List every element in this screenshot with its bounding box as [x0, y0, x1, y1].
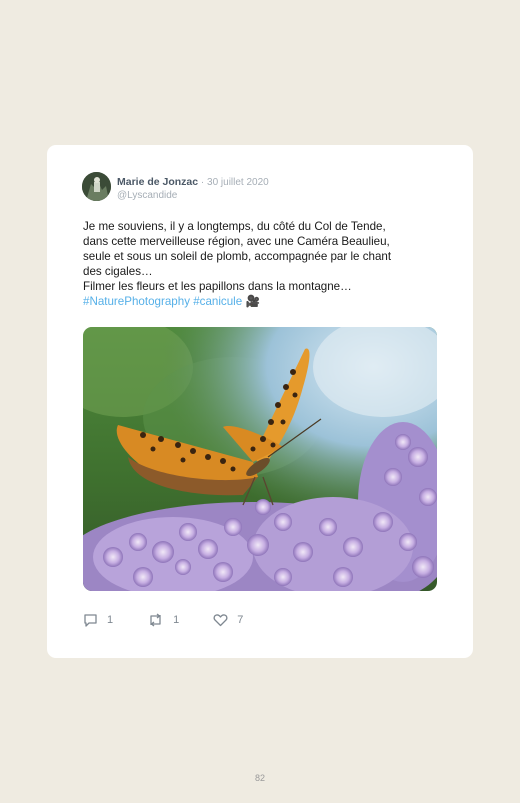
tweet-photo[interactable]: [83, 327, 437, 591]
tweet-text: Je me souviens, il y a longtemps, du côt…: [83, 220, 443, 309]
retweet-icon: [150, 613, 161, 627]
tweet-header: Marie de Jonzac · 30 juillet 2020 @Lysca…: [82, 172, 269, 204]
like-icon: [213, 614, 228, 627]
retweet-button[interactable]: 1: [147, 613, 179, 627]
date-separator: ·: [198, 177, 208, 188]
tweet-body: Je me souviens, il y a longtemps, du côt…: [83, 220, 392, 293]
like-button[interactable]: 7: [213, 613, 243, 627]
camera-icon: 🎥: [245, 294, 260, 308]
reply-button[interactable]: 1: [83, 613, 113, 627]
page: Marie de Jonzac · 30 juillet 2020 @Lysca…: [0, 0, 520, 803]
like-count: 7: [237, 614, 244, 626]
tweet-card: Marie de Jonzac · 30 juillet 2020 @Lysca…: [47, 145, 473, 658]
avatar[interactable]: [82, 172, 111, 201]
reply-icon: [84, 614, 97, 627]
tweet-actions: 1 1 7: [83, 613, 277, 627]
tweet-date[interactable]: 30 juillet 2020: [207, 177, 269, 188]
hashtags[interactable]: #NaturePhotography #canicule: [83, 295, 242, 308]
author-block: Marie de Jonzac · 30 juillet 2020 @Lysca…: [117, 174, 269, 204]
user-handle[interactable]: @Lyscandide: [117, 189, 269, 202]
display-name[interactable]: Marie de Jonzac: [117, 176, 198, 188]
retweet-count: 1: [173, 614, 180, 626]
page-number: 82: [254, 773, 265, 783]
reply-count: 1: [107, 614, 114, 626]
